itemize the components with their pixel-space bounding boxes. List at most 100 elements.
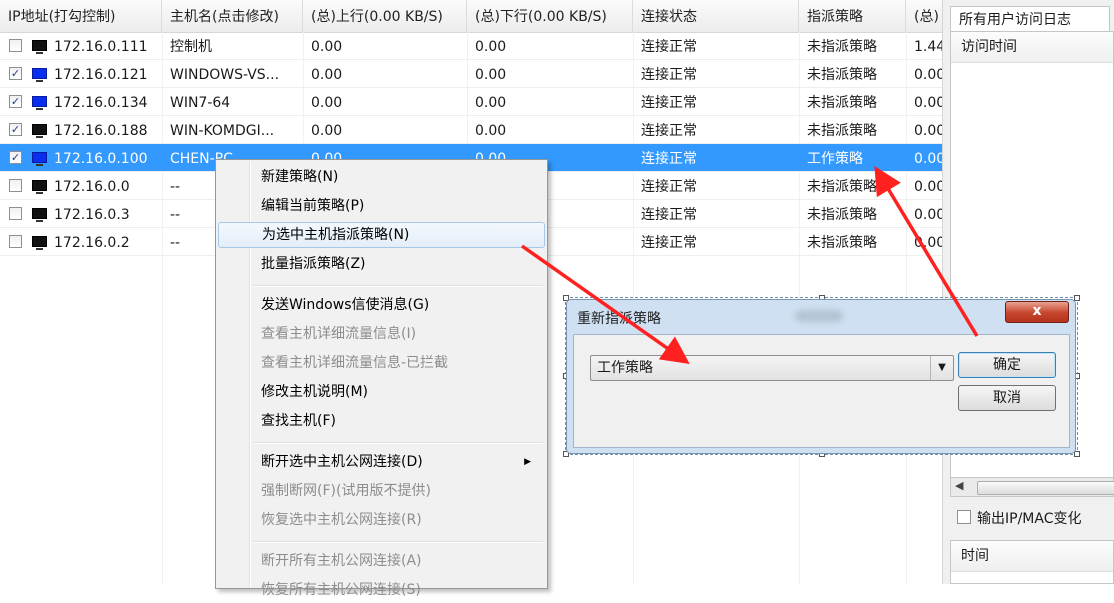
table-row[interactable]: ✓ 172.16.0.134 WIN7-64 0.00 0.00 连接正常 未指派策略 0.0… [0,88,942,116]
host-checkbox[interactable] [9,39,22,52]
host-name[interactable]: WIN-KOMDGI... [162,116,303,144]
host-checkbox[interactable]: ✓ [9,95,22,108]
menu-item[interactable]: 恢复选中主机公网连接(R) [218,507,545,533]
menu-item[interactable]: 编辑当前策略(P) [218,193,545,219]
host-ip[interactable]: 172.16.0.111 [48,32,168,60]
host-ip[interactable]: 172.16.0.2 [48,228,168,256]
menu-item-label: 为选中主机指派策略(N) [262,227,410,243]
menu-separator [253,442,543,444]
col-download[interactable]: (总)下行(0.00 KB/S) [467,0,633,32]
menu-item[interactable]: 断开所有主机公网连接(A) [218,548,545,574]
monitor-icon [32,68,47,82]
menu-item-label: 查看主机详细流量信息(I) [261,326,417,342]
col-hostname[interactable]: 主机名(点击修改) [162,0,303,32]
host-ip[interactable]: 172.16.0.121 [48,60,168,88]
blurred-title-text [795,310,843,322]
menu-item-label: 断开所有主机公网连接(A) [261,553,422,569]
output-ip-mac-label: 输出IP/MAC变化 [977,511,1082,527]
menu-item[interactable]: 为选中主机指派策略(N) [218,222,545,248]
col-extra[interactable]: (总) [906,0,942,32]
close-button[interactable]: x [1005,301,1069,323]
close-icon: x [1032,303,1042,319]
host-status: 连接正常 [641,67,697,83]
host-ip[interactable]: 172.16.0.100 [48,144,168,172]
reassign-policy-dialog: 重新指派策略 x 工作策略 ▼ 确定 取消 [566,299,1076,454]
access-time-header[interactable]: 访问时间 [951,32,1113,63]
menu-item-label: 发送Windows信使消息(G) [261,297,430,313]
host-policy: 未指派策略 [807,179,877,195]
menu-item[interactable]: 新建策略(N) [218,164,545,190]
host-extra: 0.00 [914,95,942,111]
menu-item[interactable]: 发送Windows信使消息(G) [218,292,545,318]
submenu-arrow-icon: ▶ [524,457,531,467]
host-policy: 未指派策略 [807,207,877,223]
scroll-thumb[interactable] [977,481,1114,495]
monitor-icon [32,152,47,166]
menu-item-label: 批量指派策略(Z) [261,256,366,272]
time-header[interactable]: 时间 [951,541,1113,572]
table-row[interactable]: 172.16.0.111控制机 0.00 0.00 连接正常 未指派策略 1.44 [0,32,942,60]
host-policy: 未指派策略 [807,67,877,83]
menu-item[interactable]: 查看主机详细流量信息(I) [218,321,545,347]
menu-item[interactable]: 批量指派策略(Z) [218,251,545,277]
horizontal-scrollbar[interactable]: ◀ [950,477,1114,497]
output-ip-mac-checkbox[interactable] [957,510,971,524]
host-up: 0.00 [311,123,343,139]
host-status: 连接正常 [641,95,697,111]
host-ip[interactable]: 172.16.0.0 [48,172,168,200]
col-policy[interactable]: 指派策略 [799,0,906,32]
menu-item-label: 编辑当前策略(P) [261,198,365,214]
table-header: IP地址(打勾控制) 主机名(点击修改) (总)上行(0.00 KB/S) (总… [0,0,942,33]
host-up: 0.00 [311,39,343,55]
host-checkbox[interactable]: ✓ [9,67,22,80]
host-extra: 0.00 [914,123,942,139]
host-extra: 0.00 [914,207,942,223]
ok-button[interactable]: 确定 [958,352,1056,378]
menu-item[interactable]: 修改主机说明(M) [218,379,545,405]
menu-item[interactable]: 强制断网(F)(试用版不提供) [218,478,545,504]
monitor-icon [32,236,47,250]
chevron-down-icon[interactable]: ▼ [930,356,953,380]
host-status: 连接正常 [641,207,697,223]
host-ip[interactable]: 172.16.0.134 [48,88,168,116]
time-list[interactable]: 时间 [950,540,1114,584]
monitor-icon [32,124,47,138]
policy-select[interactable]: 工作策略 ▼ [590,355,954,381]
menu-item-label: 查看主机详细流量信息-已拦截 [261,355,449,371]
menu-item[interactable]: 查看主机详细流量信息-已拦截 [218,350,545,376]
host-status: 连接正常 [641,123,697,139]
col-upload[interactable]: (总)上行(0.00 KB/S) [303,0,467,32]
scroll-left-icon[interactable]: ◀ [955,479,963,492]
host-ip[interactable]: 172.16.0.3 [48,200,168,228]
host-name[interactable]: WINDOWS-VS... [162,60,303,88]
menu-item[interactable]: 断开选中主机公网连接(D) ▶ [218,449,545,475]
menu-item[interactable]: 恢复所有主机公网连接(S) [218,577,545,603]
menu-item-label: 修改主机说明(M) [261,384,369,400]
tab-access-log[interactable]: 所有用户访问日志 [950,6,1110,32]
host-checkbox[interactable]: ✓ [9,151,22,164]
menu-item-label: 恢复所有主机公网连接(S) [261,582,421,598]
host-extra: 0.00 [914,235,942,251]
col-ip[interactable]: IP地址(打勾控制) [0,0,162,32]
host-name[interactable]: WIN7-64 [162,88,303,116]
host-ip[interactable]: 172.16.0.188 [48,116,168,144]
menu-item-label: 新建策略(N) [261,169,339,185]
host-status: 连接正常 [641,235,697,251]
host-checkbox[interactable]: ✓ [9,123,22,136]
host-status: 连接正常 [641,179,697,195]
host-extra: 0.00 [914,151,942,167]
col-status[interactable]: 连接状态 [633,0,799,32]
host-name[interactable]: 控制机 [162,32,303,60]
menu-item-label: 恢复选中主机公网连接(R) [261,512,422,528]
host-checkbox[interactable] [9,179,22,192]
monitor-icon [32,40,47,54]
cancel-button[interactable]: 取消 [958,385,1056,411]
host-up: 0.00 [311,95,343,111]
menu-separator [253,285,543,287]
table-row[interactable]: ✓ 172.16.0.188 WIN-KOMDGI... 0.00 0.00 连接正常 未指… [0,116,942,144]
host-checkbox[interactable] [9,207,22,220]
table-row[interactable]: ✓ 172.16.0.121 WINDOWS-VS... 0.00 0.00 连接正常 未指… [0,60,942,88]
host-checkbox[interactable] [9,235,22,248]
menu-item[interactable]: 查找主机(F) [218,408,545,434]
menu-separator [253,541,543,543]
